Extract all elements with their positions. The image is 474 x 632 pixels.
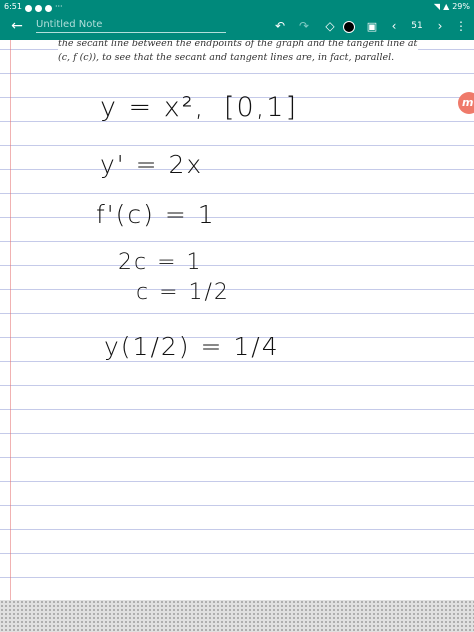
- more-vert-icon[interactable]: ⋮: [454, 13, 468, 40]
- note-canvas[interactable]: the secant line between the endpoints of…: [0, 40, 474, 600]
- problem-text: the secant line between the endpoints of…: [58, 40, 418, 67]
- chevron-right-icon[interactable]: ›: [434, 13, 446, 40]
- redo-icon[interactable]: ↷: [296, 13, 312, 40]
- more-notifications-icon: ···: [54, 2, 63, 11]
- problem-text-line: (c, f (c)), to see that the secant and t…: [58, 52, 395, 63]
- eraser-icon[interactable]: ◇: [322, 13, 338, 40]
- status-left: 6:51 ···: [4, 0, 63, 13]
- wifi-icon: ◥: [433, 2, 441, 11]
- canvas-bottom-area: [0, 600, 474, 632]
- handwriting-line: 2c = 1: [118, 250, 203, 275]
- app-logo-icon[interactable]: m: [458, 92, 474, 114]
- notification-icon: [24, 4, 32, 12]
- status-right: ◥ ▲ 29%: [434, 0, 470, 13]
- pen-color-icon[interactable]: [342, 13, 356, 40]
- handwriting-line: f'(c) = 1: [96, 200, 216, 229]
- ruled-paper: [0, 40, 474, 600]
- handwriting-line: y' = 2x: [100, 150, 204, 179]
- back-arrow-icon[interactable]: ←: [6, 13, 28, 40]
- handwriting-interval: [0,1]: [224, 92, 299, 123]
- handwriting-line: y(1/2) = 1/4: [104, 332, 280, 361]
- problem-text-line: the secant line between the endpoints of…: [58, 40, 418, 49]
- undo-icon[interactable]: ↶: [272, 13, 288, 40]
- status-time: 6:51: [4, 2, 22, 11]
- status-bar: 6:51 ··· ◥ ▲ 29%: [0, 0, 474, 13]
- battery-level: 29%: [452, 2, 470, 11]
- app-toolbar: ← Untitled Note ↶ ↷ ◇ ▣ ‹ 51 › ⋮: [0, 13, 474, 40]
- image-icon[interactable]: ▣: [364, 13, 380, 40]
- chevron-left-icon[interactable]: ‹: [388, 13, 400, 40]
- note-title[interactable]: Untitled Note: [36, 19, 226, 33]
- signal-icon: ▲: [443, 2, 450, 11]
- handwriting-line: c = 1/2: [136, 280, 230, 305]
- notification-icon: [34, 4, 42, 12]
- notification-icon: [44, 4, 52, 12]
- handwriting-line: y = x²,: [100, 92, 206, 123]
- page-number: 51: [411, 21, 423, 31]
